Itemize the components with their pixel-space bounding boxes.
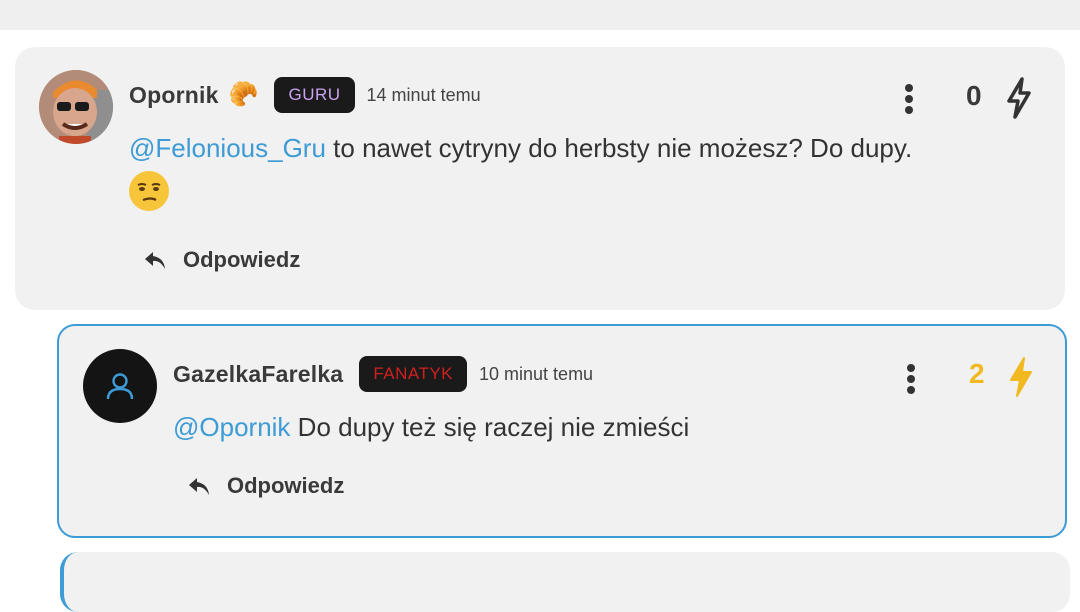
reply-arrow-icon — [145, 252, 165, 269]
croissant-flair-icon: 🥐 — [228, 81, 259, 108]
timestamp: 14 minut temu — [366, 84, 481, 105]
next-comment-card — [60, 552, 1070, 612]
reply-comment-card: GazelkaFarelka FANATYK 10 minut temu 2 @… — [57, 324, 1067, 538]
top-strip — [0, 0, 1080, 30]
reply-button[interactable]: Odpowiedz — [187, 473, 344, 499]
user-mention-link[interactable]: @Felonious_Gru — [129, 133, 326, 163]
comment-text: to nawet cytryny do herbsty nie możesz? … — [325, 133, 913, 163]
timestamp: 10 minut temu — [479, 363, 594, 384]
rank-badge: FANATYK — [359, 356, 468, 392]
comment-body: @Opornik Do dupy też się raczej nie zmie… — [173, 410, 1053, 444]
comment-body: @Felonious_Gru to nawet cytryny do herbs… — [129, 131, 1049, 211]
more-options-icon[interactable] — [903, 84, 915, 114]
username[interactable]: GazelkaFarelka — [173, 361, 343, 388]
reply-button[interactable]: Odpowiedz — [143, 247, 300, 273]
comment-card: Opornik 🥐 GURU 14 minut temu 0 @Feloniou… — [15, 47, 1065, 310]
vote-score: 0 — [966, 80, 982, 111]
user-avatar[interactable] — [83, 349, 157, 423]
comment-header: Opornik 🥐 GURU 14 minut temu — [129, 77, 481, 113]
rank-badge: GURU — [274, 77, 355, 113]
reply-label: Odpowiedz — [227, 473, 345, 498]
more-options-icon[interactable] — [905, 364, 917, 394]
reply-arrow-icon — [189, 478, 209, 495]
user-avatar[interactable] — [39, 70, 113, 144]
user-mention-link[interactable]: @Opornik — [173, 412, 290, 442]
lightning-vote-icon[interactable] — [1008, 356, 1034, 403]
comment-header: GazelkaFarelka FANATYK 10 minut temu — [173, 356, 593, 392]
username[interactable]: Opornik — [129, 82, 219, 109]
comment-text: Do dupy też się raczej nie zmieści — [290, 412, 690, 442]
reply-label: Odpowiedz — [183, 247, 301, 272]
vote-score: 2 — [969, 358, 985, 389]
unamused-face-emoji-icon — [129, 171, 169, 211]
user-icon — [106, 373, 134, 400]
lightning-vote-icon[interactable] — [1006, 77, 1032, 124]
